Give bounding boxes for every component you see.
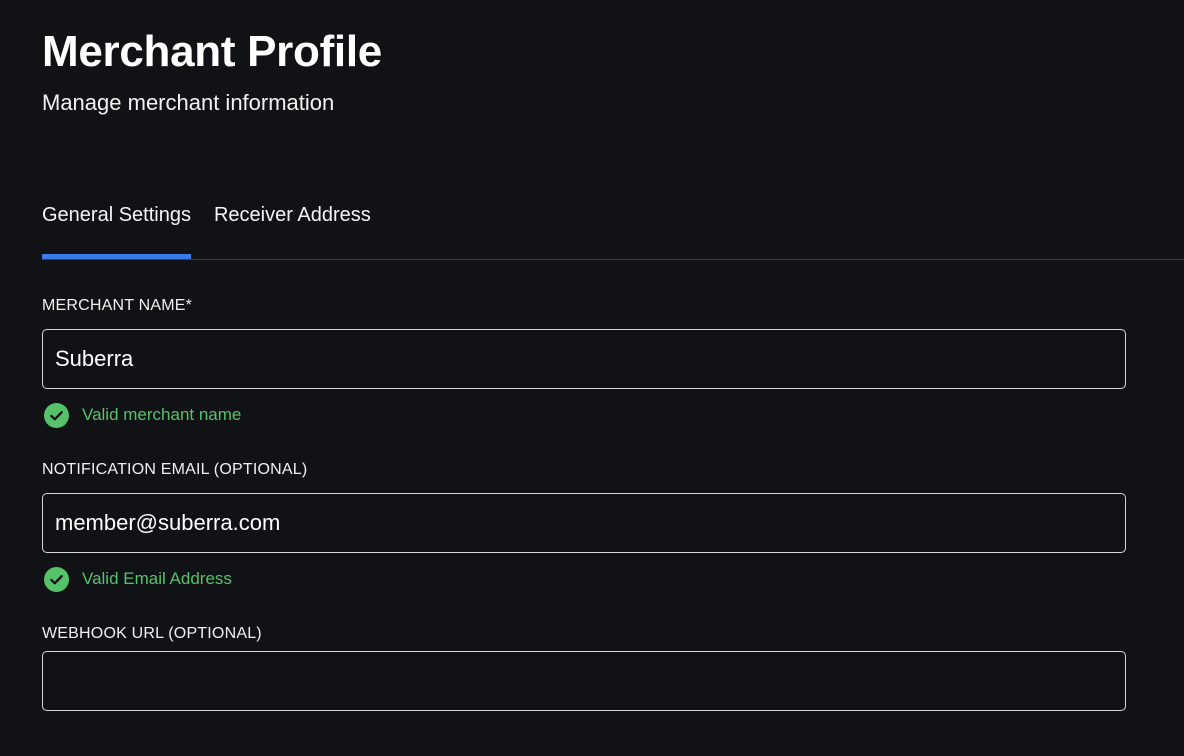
check-circle-icon — [44, 402, 69, 428]
merchant-name-label: MERCHANT NAME* — [42, 297, 193, 314]
tab-receiver-address[interactable]: Receiver Address — [214, 186, 371, 258]
page-subtitle: Manage merchant information — [42, 90, 335, 115]
notification-email-validation: Valid Email Address — [44, 566, 232, 592]
merchant-name-validation: Valid merchant name — [44, 402, 241, 428]
tab-bar: General Settings Receiver Address — [42, 186, 1184, 260]
merchant-name-validation-text: Valid merchant name — [82, 405, 242, 424]
notification-email-label: NOTIFICATION EMAIL (OPTIONAL) — [42, 461, 308, 478]
webhook-url-input[interactable] — [42, 651, 1126, 711]
tab-general-settings[interactable]: General Settings — [42, 186, 191, 259]
merchant-profile-page: Merchant Profile Manage merchant informa… — [0, 0, 1184, 756]
webhook-url-label: WEBHOOK URL (OPTIONAL) — [42, 625, 262, 642]
notification-email-input[interactable] — [42, 493, 1126, 553]
merchant-name-input[interactable] — [42, 329, 1126, 389]
check-circle-icon — [44, 566, 69, 592]
notification-email-validation-text: Valid Email Address — [82, 569, 232, 588]
page-title: Merchant Profile — [42, 27, 382, 76]
